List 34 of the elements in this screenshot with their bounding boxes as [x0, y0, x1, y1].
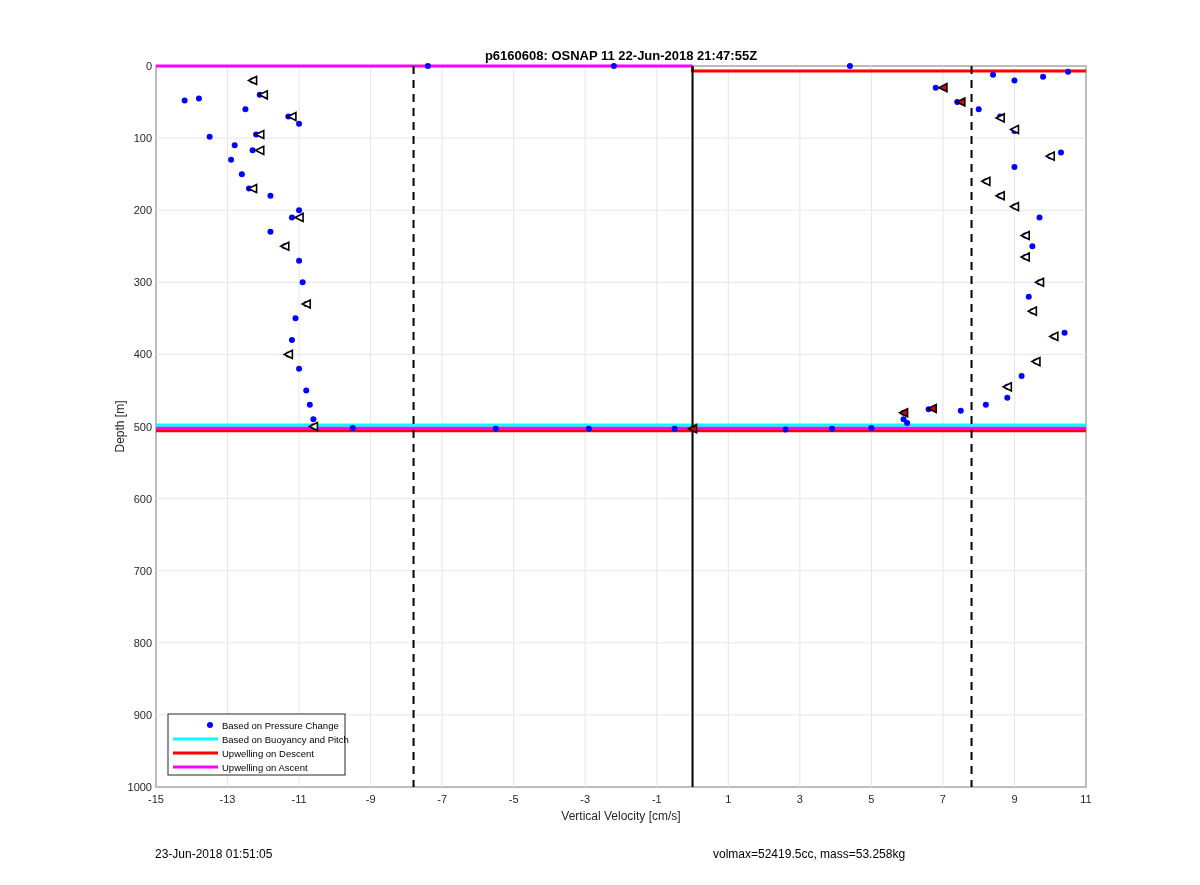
- x-tick-label: 5: [868, 793, 875, 805]
- y-tick-label: 1000: [127, 781, 152, 793]
- x-tick-label: 7: [939, 793, 946, 805]
- y-tick-label: 200: [133, 204, 152, 217]
- y-tick-label: 600: [133, 492, 152, 505]
- x-tick-label: -15: [148, 793, 164, 805]
- x-tick-label: 1: [725, 793, 732, 805]
- x-tick-label: 3: [796, 793, 803, 805]
- info-text: volmax=52419.5cc, mass=53.258kg: [713, 847, 906, 861]
- y-axis-label: Depth [m]: [113, 400, 127, 453]
- x-tick-label: 11: [1080, 793, 1092, 805]
- legend-label: Based on Buoyancy and Pitch: [222, 733, 349, 745]
- y-tick-label: 900: [133, 708, 152, 721]
- y-tick-label: 800: [133, 636, 152, 649]
- legend-label: Upwelling on Descent: [222, 747, 314, 759]
- y-tick-label: 0: [145, 60, 152, 72]
- y-tick-label: 300: [133, 276, 152, 289]
- x-tick-label: -9: [365, 793, 376, 805]
- y-tick-label: 700: [133, 564, 152, 577]
- legend-label: Based on Pressure Change: [222, 719, 339, 731]
- y-tick-label: 400: [133, 348, 152, 361]
- x-tick-label: -11: [291, 793, 307, 805]
- x-axis-label: Vertical Velocity [cm/s]: [561, 809, 681, 823]
- x-tick-label: -1: [651, 793, 662, 805]
- x-tick-label: 9: [1011, 793, 1018, 805]
- legend-label: Upwelling on Ascent: [222, 761, 308, 773]
- y-tick-label: 500: [133, 420, 152, 433]
- x-tick-label: -7: [437, 793, 448, 805]
- x-tick-label: -13: [219, 793, 236, 805]
- x-tick-label: -5: [508, 793, 519, 805]
- y-tick-label: 100: [133, 132, 152, 145]
- chart-title: p6160608: OSNAP 11 22-Jun-2018 21:47:55Z: [484, 48, 758, 63]
- timestamp-text: 23-Jun-2018 01:51:05: [155, 847, 274, 861]
- x-tick-label: -3: [580, 793, 591, 805]
